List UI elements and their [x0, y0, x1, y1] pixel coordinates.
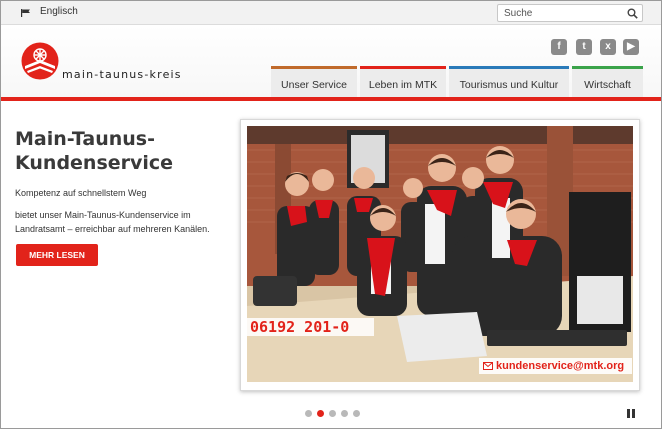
xing-icon[interactable]: x	[600, 39, 616, 55]
language-link[interactable]: Englisch	[40, 6, 78, 17]
tab-label: Tourismus und Kultur	[459, 79, 559, 91]
twitter-icon[interactable]: t	[576, 39, 592, 55]
slider-dot[interactable]	[341, 410, 348, 417]
logo-text: main-taunus-kreis	[62, 68, 182, 81]
page-title-line-1: Main-Taunus-	[15, 128, 155, 150]
page-title: Main-Taunus- Kundenservice	[15, 127, 225, 175]
phone-number-overlay: 06192 201-0	[246, 318, 374, 336]
tab-label: Leben im MTK	[368, 79, 438, 91]
search-box[interactable]	[497, 4, 643, 22]
email-text: kundenservice@mtk.org	[496, 360, 625, 372]
slider-dot-active[interactable]	[317, 410, 324, 417]
read-more-button[interactable]: MEHR LESEN	[16, 244, 98, 266]
header-divider	[1, 97, 661, 101]
pause-icon[interactable]	[627, 409, 635, 418]
tab-unser-service[interactable]: Unser Service	[271, 66, 357, 97]
slider-dot[interactable]	[353, 410, 360, 417]
mail-icon	[483, 362, 493, 370]
email-overlay[interactable]: kundenservice@mtk.org	[479, 358, 632, 374]
slider-frame	[240, 119, 640, 391]
top-bar: Englisch	[1, 1, 661, 25]
flag-icon	[21, 9, 30, 17]
site-header: main-taunus-kreis f t x ▶ Unser Service …	[1, 25, 661, 97]
teaser-body: bietet unser Main-Taunus-Kundenservice i…	[15, 210, 210, 234]
site-logo[interactable]: main-taunus-kreis	[21, 42, 191, 82]
team-photo[interactable]	[247, 126, 633, 382]
search-input[interactable]	[504, 7, 622, 20]
tab-wirtschaft[interactable]: Wirtschaft	[572, 66, 643, 97]
tab-label: Wirtschaft	[584, 79, 631, 91]
facebook-icon[interactable]: f	[551, 39, 567, 55]
page-title-line-2: Kundenservice	[15, 152, 174, 174]
youtube-icon[interactable]: ▶	[623, 39, 639, 55]
logo-mark-icon	[21, 42, 59, 80]
teaser-subtitle: Kompetenz auf schnellstem Weg	[15, 188, 147, 198]
tab-leben-im-mtk[interactable]: Leben im MTK	[360, 66, 446, 97]
tab-label: Unser Service	[281, 79, 347, 91]
slider-dot[interactable]	[329, 410, 336, 417]
slider-dot[interactable]	[305, 410, 312, 417]
tab-tourismus-und-kultur[interactable]: Tourismus und Kultur	[449, 66, 569, 97]
search-icon[interactable]	[627, 8, 638, 19]
